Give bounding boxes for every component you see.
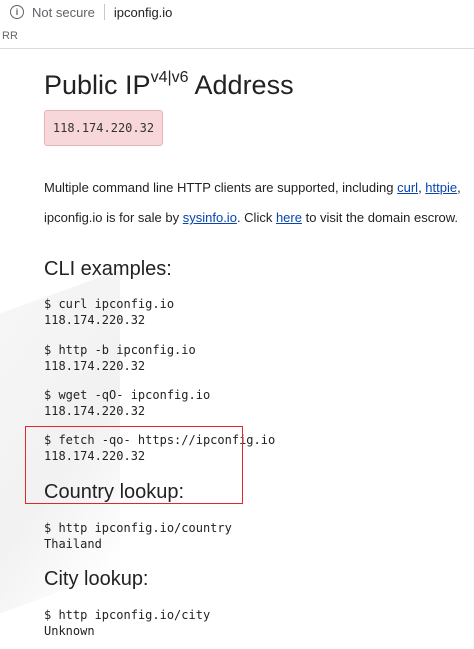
page-title: Public IPv4|v6 Address bbox=[44, 69, 294, 101]
cli-output: 118.174.220.32 bbox=[44, 359, 146, 373]
city-example: $ http ipconfig.io/city Unknown bbox=[44, 607, 210, 639]
cli-command: $ wget -qO- ipconfig.io bbox=[44, 388, 211, 402]
city-heading: City lookup: bbox=[44, 568, 149, 590]
cli-example-3: $ wget -qO- ipconfig.io 118.174.220.32 bbox=[44, 387, 210, 419]
country-command: $ http ipconfig.io/country bbox=[44, 521, 232, 535]
cli-example-1: $ curl ipconfig.io 118.174.220.32 bbox=[44, 296, 174, 328]
here-link[interactable]: here bbox=[276, 210, 302, 225]
curl-link[interactable]: curl bbox=[397, 180, 418, 195]
address-separator bbox=[103, 4, 105, 20]
country-output: Thailand bbox=[44, 537, 102, 551]
clients-text: Multiple command line HTTP clients are s… bbox=[44, 180, 398, 195]
title-end: Address bbox=[188, 70, 294, 100]
httpie-link[interactable]: httpie bbox=[425, 180, 457, 195]
page-content: Public IPv4|v6 Address 118.174.220.32 Mu… bbox=[0, 49, 474, 649]
city-command: $ http ipconfig.io/city bbox=[44, 608, 211, 622]
security-label[interactable]: Not secure bbox=[32, 5, 95, 20]
sale-text-1: ipconfig.io is for sale by bbox=[44, 210, 183, 225]
city-output: Unknown bbox=[44, 624, 95, 638]
address-bar[interactable]: i Not secure ipconfig.io bbox=[0, 0, 474, 24]
info-icon[interactable]: i bbox=[10, 5, 24, 19]
clients-paragraph: Multiple command line HTTP clients are s… bbox=[44, 180, 461, 195]
clients-tail: , bbox=[457, 180, 461, 195]
url-text[interactable]: ipconfig.io bbox=[114, 5, 173, 20]
sysinfo-link[interactable]: sysinfo.io bbox=[183, 210, 237, 225]
bookmark-bar: RR bbox=[0, 24, 474, 49]
title-main: Public IP bbox=[44, 70, 151, 100]
ip-address-box: 118.174.220.32 bbox=[44, 110, 163, 146]
sale-paragraph: ipconfig.io is for sale by sysinfo.io. C… bbox=[44, 210, 458, 225]
cli-heading: CLI examples: bbox=[44, 258, 172, 280]
cli-command: $ curl ipconfig.io bbox=[44, 297, 175, 311]
cli-command: $ http -b ipconfig.io bbox=[44, 343, 196, 357]
country-highlight-box bbox=[25, 426, 243, 504]
country-example: $ http ipconfig.io/country Thailand bbox=[44, 520, 232, 552]
cli-output: 118.174.220.32 bbox=[44, 404, 146, 418]
cli-example-2: $ http -b ipconfig.io 118.174.220.32 bbox=[44, 342, 196, 374]
cli-output: 118.174.220.32 bbox=[44, 313, 146, 327]
sale-text-2: . Click bbox=[236, 210, 276, 225]
bookmark-item[interactable]: RR bbox=[2, 30, 18, 42]
sale-text-3: to visit the domain escrow. bbox=[301, 210, 459, 225]
title-superscript: v4|v6 bbox=[150, 69, 189, 86]
